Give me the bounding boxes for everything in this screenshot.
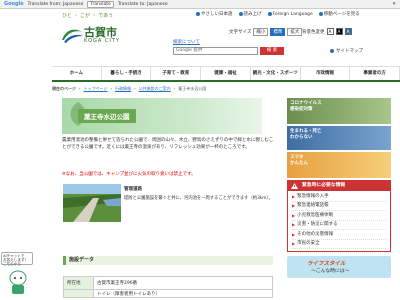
search-help-link[interactable]: 検索について [173,39,200,45]
procedures-banner[interactable]: 生まれる・死亡 わからない [287,126,391,150]
font-size-small[interactable]: 縮小 [253,28,269,36]
lifestyle-title: ライフスタイル [307,261,346,267]
section-heading: 施設データ [63,256,273,265]
bullet-icon [196,12,200,16]
nav-business[interactable]: 事業者の方 [350,67,400,80]
emergency-list: ▶ 緊急情報の入手 ▶ 緊急連絡電話帳 ▶ 小児救急医療体制 ▶ 災害・防災に関する ▶… [288,191,390,251]
bg-color-label: 背景色変更 [302,29,325,35]
logo-swirl-icon [62,29,83,43]
warning-icon [291,183,298,189]
translate-bar: Google Translate from: Japanese Translat… [0,0,400,9]
table-key: 所在地 [63,276,94,290]
table-row: トイレ（障害者用トイレあり） [63,289,273,298]
top-links: やさしい日本語 読み上げ Foreign Language 移動ページを見る [196,11,360,17]
font-size-label: 文字サイズ [229,30,252,35]
banner-text: コロナウイルス 感染症対策 [290,101,322,112]
emergency-box: 緊急時に必要な情報 ▶ 緊急情報の入手 ▶ 緊急連絡電話帳 ▶ 小児救急医療体制 ▶ 災… [287,180,391,252]
global-nav: ホーム 暮らし・手続き 子育て・教育 健康・福祉 観光・文化・スポーツ 市政情報… [52,66,400,82]
lifestyle-banner[interactable]: ライフスタイル 〜こんな時には〜 [287,256,391,278]
search-input[interactable]: Google 提供 [173,47,258,55]
font-size-large[interactable]: 拡大 [287,28,303,36]
bg-black-button[interactable]: A [335,28,343,35]
close-icon[interactable]: ✕ [392,2,396,7]
tagline: ひと ・ こが ・ であう [62,13,114,19]
bullet-icon [238,12,243,16]
nav-home[interactable]: ホーム [52,67,102,80]
facility-desc: 堤防と公園施設を繋ぐと共に、河内池を一周することができます（約3km）。 [124,196,273,201]
site-header: ひと ・ こが ・ であう やさしい日本語 読み上げ Foreign Langu… [0,9,400,65]
arrow-icon: ▶ [292,241,296,246]
nav-childcare[interactable]: 子育て・教育 [151,67,202,80]
nav-living[interactable]: 暮らし・手続き [102,67,152,80]
bullet-icon [267,12,272,16]
facility-data-table: 所在地 古賀市薬王寺296番 トイレ（障害者用トイレあり） [63,276,273,298]
emergency-heading: 緊急時に必要な情報 [288,181,390,191]
font-size-control: 文字サイズ 縮小 標準 拡大 [229,28,303,36]
bullet-icon [318,12,323,16]
bullet-icon [330,49,334,53]
facility-name: 管理道路 [124,187,142,192]
table-row: 所在地 古賀市薬王寺296番 [63,276,273,290]
chat-bubble: AIチャットで お答えします！ こちらから [1,252,33,266]
nav-city-info[interactable]: 市政情報 [301,67,351,80]
google-logo: Google [4,1,24,7]
banner-text: スマホ かんたん [290,155,308,166]
koga-logo[interactable]: 古賀市 KOGA CITY [60,24,130,54]
emergency-heading-text: 緊急時に必要な情報 [302,183,346,188]
table-key [63,289,94,298]
separator-icon: › [78,86,81,91]
arrow-icon: ▶ [292,193,296,199]
page-title: 薬王寺水辺公園 [78,109,136,123]
corona-banner[interactable]: コロナウイルス 感染症対策 [287,98,391,124]
facility-info: 管理道路 堤防と公園施設を繋ぐと共に、河内池を一周することができます（約3km）… [124,186,273,201]
chatbot-icon [9,270,27,294]
easy-japanese-link[interactable]: やさしい日本語 [196,11,233,17]
arrow-icon: ▶ [292,231,296,237]
table-value: トイレ（障害者用トイレあり） [93,289,273,298]
separator-icon: › [134,86,136,91]
breadcrumb-item[interactable]: トップページ [84,86,108,92]
nav-tourism[interactable]: 観光・文化・スポーツ [251,67,301,80]
bg-white-button[interactable]: A [326,28,334,35]
smartphone-banner[interactable]: スマホ かんたん [287,152,391,178]
translate-button[interactable]: Translate [87,0,114,8]
separator-icon: › [110,86,113,91]
read-aloud-link[interactable]: 読み上げ [238,11,262,17]
breadcrumb-here-label: 現在のページ [52,86,76,91]
foreign-language-link[interactable]: Foreign Language [267,11,313,17]
ai-chat-widget[interactable]: AIチャットで お答えします！ こちらから [0,252,34,300]
intro-text: 農業用溜池の整備と併せて造られた公園で、周囲の山々、木立、野鳥のさえずりの中で緑… [62,138,274,150]
page-title-banner: 薬王寺水辺公園 [62,98,262,134]
arrow-icon: ▶ [292,212,296,218]
lifestyle-sub: 〜こんな時には〜 [311,269,350,274]
translate-from[interactable]: Translate from: Japanese [28,2,84,7]
nav-health[interactable]: 健康・福祉 [201,67,251,80]
separator-icon: › [173,86,176,91]
breadcrumb-current: 薬王寺水辺公園 [178,86,207,91]
warning-text: ※なお、当公園では、キャンプ並びに火気の取り扱いは禁止です。 [62,172,196,177]
bg-color-control: 背景色変更 A A A [302,28,352,35]
table-value: 古賀市薬王寺296番 [93,276,273,290]
translate-to[interactable]: Translate to: Japanese [118,2,168,7]
sitemap-link[interactable]: サイトマップ [330,48,363,54]
banner-text: 生まれる・死亡 わからない [290,129,322,140]
breadcrumb: 現在のページ › トップページ › 行政情報 › 公共施設のご案内 › 薬王寺水… [52,86,352,92]
sitemap-label: サイトマップ [336,49,363,54]
arrow-icon: ▶ [292,222,296,227]
park-road-photo [63,184,121,222]
font-size-normal[interactable]: 標準 [270,28,286,36]
sidebar: コロナウイルス 感染症対策 生まれる・死亡 わからない スマホ かんたん 緊急時… [287,98,391,278]
list-item[interactable]: ▶ 市民の安全 [292,240,386,249]
search-button[interactable]: 検 索 [260,47,284,55]
logo-sub: KOGA CITY [84,38,120,44]
bg-blue-button[interactable]: A [344,28,352,35]
breadcrumb-item[interactable]: 公共施設のご案内 [139,86,171,92]
mobile-page-link[interactable]: 移動ページを見る [318,11,360,17]
arrow-icon: ▶ [292,203,296,208]
breadcrumb-item[interactable]: 行政情報 [115,86,131,92]
